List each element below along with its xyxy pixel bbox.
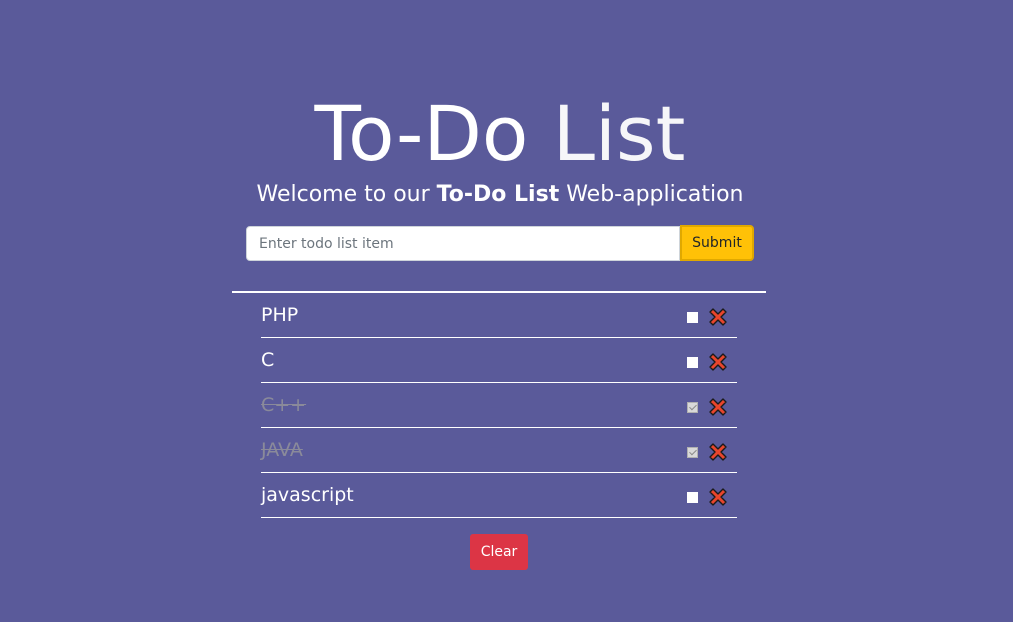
todo-item: C++ <box>261 383 737 428</box>
subtitle-prefix: Welcome to our <box>256 182 437 207</box>
todo-checkbox[interactable] <box>687 492 698 503</box>
todo-item-text: PHP <box>261 304 299 326</box>
welcome-subtitle: Welcome to our To-Do List Web-applicatio… <box>0 180 1000 210</box>
todo-item: JAVA <box>261 428 737 473</box>
todo-item: PHP <box>261 293 737 338</box>
delete-x-icon[interactable] <box>707 351 729 373</box>
todo-checkbox[interactable] <box>687 402 698 413</box>
todo-list: PHP C C++ JAVA javascript <box>261 293 737 518</box>
todo-checkbox[interactable] <box>687 447 698 458</box>
todo-input[interactable] <box>246 226 680 261</box>
todo-checkbox[interactable] <box>687 312 698 323</box>
delete-x-icon[interactable] <box>707 306 729 328</box>
delete-x-icon[interactable] <box>707 486 729 508</box>
todo-item-text: JAVA <box>261 439 303 461</box>
subtitle-suffix: Web-application <box>559 182 744 207</box>
todo-checkbox[interactable] <box>687 357 698 368</box>
todo-item-text: javascript <box>261 484 354 506</box>
submit-button[interactable]: Submit <box>680 225 754 261</box>
page-title-main: To-Do <box>314 89 529 178</box>
clear-button[interactable]: Clear <box>470 534 528 570</box>
todo-item: javascript <box>261 473 737 518</box>
todo-item-text: C <box>261 349 275 371</box>
add-todo-form: Submit <box>246 225 754 262</box>
todo-item: C <box>261 338 737 383</box>
delete-x-icon[interactable] <box>707 396 729 418</box>
page-title-secondary: List <box>552 89 686 178</box>
delete-x-icon[interactable] <box>707 441 729 463</box>
subtitle-app-name: To-Do List <box>436 182 560 207</box>
todo-item-text: C++ <box>261 394 307 416</box>
page-title: To-Do List <box>0 86 1000 182</box>
todo-app: To-Do List Welcome to our To-Do List Web… <box>0 0 1013 622</box>
